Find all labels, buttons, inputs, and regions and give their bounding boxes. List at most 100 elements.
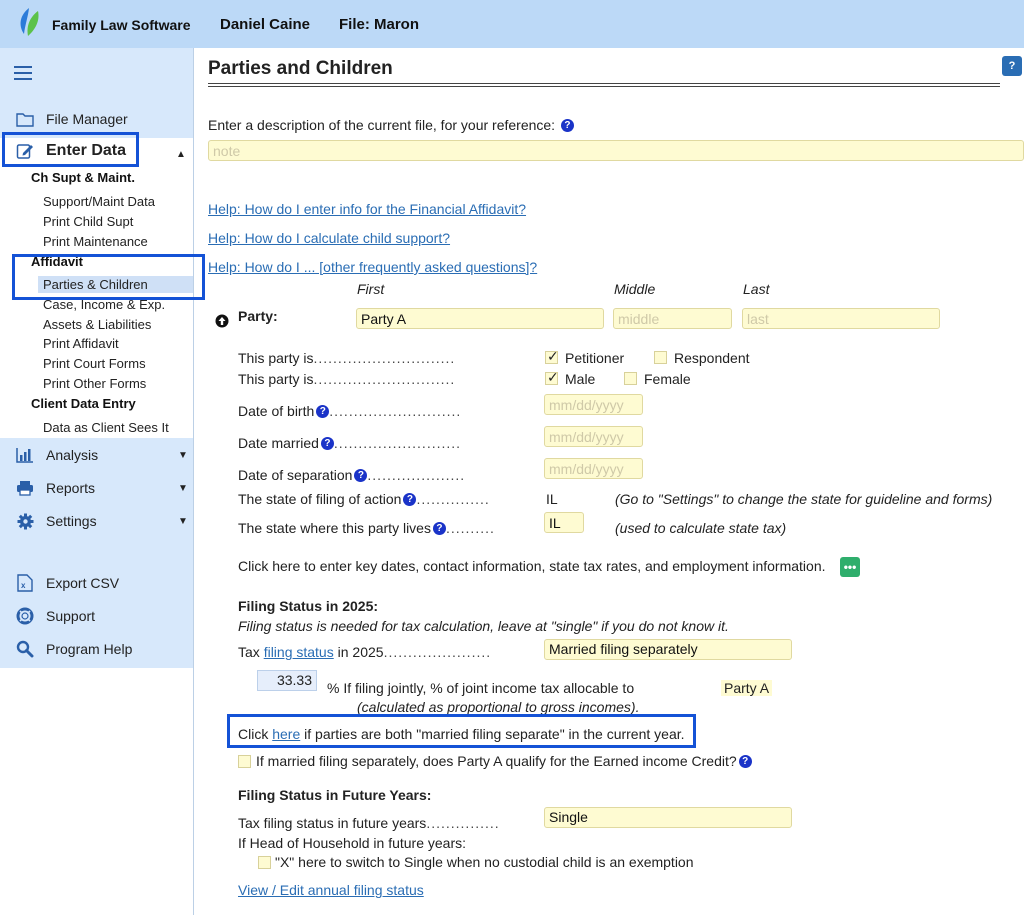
respondent-checkbox[interactable] xyxy=(654,351,667,364)
svg-text:x: x xyxy=(21,581,26,590)
sidebar-item-print-affidavit[interactable]: Print Affidavit xyxy=(43,336,119,351)
sidebar-item-label: Reports xyxy=(46,480,96,496)
date-married-label: Date married?.......................... xyxy=(238,435,462,451)
sidebar-item-file-manager[interactable]: File Manager xyxy=(14,110,128,128)
chevron-down-icon[interactable]: ▼ xyxy=(178,516,188,527)
question-icon[interactable]: ? xyxy=(738,755,752,768)
hoh-label: If Head of Household in future years: xyxy=(238,835,467,851)
state-filing-note: (Go to "Settings" to change the state fo… xyxy=(615,491,993,507)
sidebar-item-export-csv[interactable]: x Export CSV xyxy=(14,574,119,592)
page-title: Parties and Children xyxy=(208,58,393,79)
question-icon[interactable]: ? xyxy=(354,469,368,482)
filing-status-link[interactable]: filing status xyxy=(264,644,334,660)
file-name[interactable]: File: Maron xyxy=(339,16,419,33)
sidebar-item-support[interactable]: Support xyxy=(14,607,95,625)
joint-pct-note: (calculated as proportional to gross inc… xyxy=(357,699,640,715)
respondent-label: Respondent xyxy=(674,350,750,366)
view-edit-filing-link[interactable]: View / Edit annual filing status xyxy=(238,882,424,898)
switch-single-checkbox[interactable] xyxy=(258,856,271,869)
question-icon[interactable]: ? xyxy=(320,437,334,450)
first-name-input[interactable] xyxy=(356,308,604,329)
sidebar-item-print-court-forms[interactable]: Print Court Forms xyxy=(43,356,146,371)
highlight-mfs-row xyxy=(227,714,696,748)
key-dates-text: Click here to enter key dates, contact i… xyxy=(238,558,826,574)
menu-icon[interactable] xyxy=(14,66,32,80)
sidebar-item-label: Support xyxy=(46,608,96,624)
chevron-down-icon[interactable]: ▼ xyxy=(178,483,188,494)
help-icon[interactable]: ? xyxy=(1002,56,1022,76)
sidebar-item-analysis[interactable]: Analysis xyxy=(14,446,98,464)
sidebar-item-assets-liabilities[interactable]: Assets & Liabilities xyxy=(43,317,151,332)
question-icon[interactable]: ? xyxy=(403,493,417,506)
filing-status-select[interactable]: Married filing separately xyxy=(544,639,792,660)
female-checkbox[interactable] xyxy=(624,372,637,385)
date-separation-input[interactable] xyxy=(544,458,643,479)
sidebar-item-label: Export CSV xyxy=(46,575,120,591)
state-filing-label: The state of filing of action?..........… xyxy=(238,491,490,507)
sidebar-item-print-maintenance[interactable]: Print Maintenance xyxy=(43,234,148,249)
dob-input[interactable] xyxy=(544,394,643,415)
top-bar: Family Law Software Daniel Caine File: M… xyxy=(0,0,1024,48)
help-link-child-support[interactable]: Help: How do I calculate child support? xyxy=(208,230,450,246)
sidebar-item-support-maint[interactable]: Support/Maint Data xyxy=(43,194,155,209)
more-options-button[interactable]: ••• xyxy=(840,557,860,577)
sidebar-section-client-data: Client Data Entry xyxy=(31,396,136,411)
arrow-up-circle-icon[interactable] xyxy=(215,314,229,328)
sidebar-item-label: Settings xyxy=(46,513,97,529)
column-header-last: Last xyxy=(743,281,770,297)
description-label: Enter a description of the current file,… xyxy=(208,117,556,133)
state-lives-input[interactable] xyxy=(544,512,584,533)
sidebar-item-print-other-forms[interactable]: Print Other Forms xyxy=(43,376,146,391)
description-row: Enter a description of the current file,… xyxy=(208,117,574,133)
sidebar-item-label: File Manager xyxy=(46,111,128,127)
sidebar-item-settings[interactable]: Settings xyxy=(14,512,97,530)
folder-icon xyxy=(14,110,36,128)
petitioner-checkbox[interactable] xyxy=(545,348,559,365)
date-married-input[interactable] xyxy=(544,426,643,447)
dob-label: Date of birth?..........................… xyxy=(238,403,462,419)
party-gender-label: This party is...........................… xyxy=(238,371,456,387)
question-icon[interactable]: ? xyxy=(316,405,330,418)
gear-icon xyxy=(14,512,36,530)
printer-icon xyxy=(14,479,36,497)
note-input[interactable] xyxy=(208,140,1024,161)
highlight-enter-data xyxy=(2,132,139,167)
help-link-financial-affidavit[interactable]: Help: How do I enter info for the Financ… xyxy=(208,201,526,217)
switch-single-label: "X" here to switch to Single when no cus… xyxy=(275,854,694,870)
sidebar-item-reports[interactable]: Reports xyxy=(14,479,95,497)
highlight-parties-children xyxy=(12,254,205,300)
sidebar-item-program-help[interactable]: Program Help xyxy=(14,640,132,658)
lifebuoy-icon xyxy=(14,607,36,625)
male-checkbox[interactable] xyxy=(545,369,559,386)
sidebar-item-data-as-client[interactable]: Data as Client Sees It xyxy=(43,420,169,435)
party-role-label: This party is...........................… xyxy=(238,350,456,366)
future-filing-heading: Filing Status in Future Years: xyxy=(238,787,432,803)
help-link-faq[interactable]: Help: How do I ... [other frequently ask… xyxy=(208,259,537,275)
chevron-up-icon[interactable]: ▲ xyxy=(176,149,186,160)
state-filing-value: IL xyxy=(546,491,558,507)
question-icon[interactable]: ? xyxy=(560,119,574,132)
chevron-down-icon[interactable]: ▼ xyxy=(178,450,188,461)
joint-pct-text: % If filing jointly, % of joint income t… xyxy=(327,680,635,696)
joint-pct-input[interactable]: 33.33 xyxy=(257,670,317,691)
user-name[interactable]: Daniel Caine xyxy=(220,16,310,33)
eic-checkbox[interactable] xyxy=(238,755,251,768)
csv-file-icon: x xyxy=(14,574,36,592)
last-name-input[interactable] xyxy=(742,308,940,329)
sidebar-item-label: Program Help xyxy=(46,641,133,657)
male-label: Male xyxy=(565,371,596,387)
future-filing-select[interactable]: Single xyxy=(544,807,792,828)
filing-status-heading: Filing Status in 2025: xyxy=(238,598,379,614)
date-separation-label: Date of separation?.................... xyxy=(238,467,466,483)
petitioner-label: Petitioner xyxy=(565,350,625,366)
sidebar-item-label: Analysis xyxy=(46,447,99,463)
question-icon[interactable]: ? xyxy=(432,522,446,535)
state-lives-label: The state where this party lives?.......… xyxy=(238,520,495,536)
middle-name-input[interactable] xyxy=(613,308,732,329)
state-lives-note: (used to calculate state tax) xyxy=(615,520,787,536)
app-logo-icon xyxy=(20,8,39,36)
sidebar-item-print-child-supt[interactable]: Print Child Supt xyxy=(43,214,133,229)
filing-status-note: Filing status is needed for tax calculat… xyxy=(238,618,729,634)
party-label: Party: xyxy=(238,308,278,324)
joint-pct-party: Party A xyxy=(721,680,773,696)
